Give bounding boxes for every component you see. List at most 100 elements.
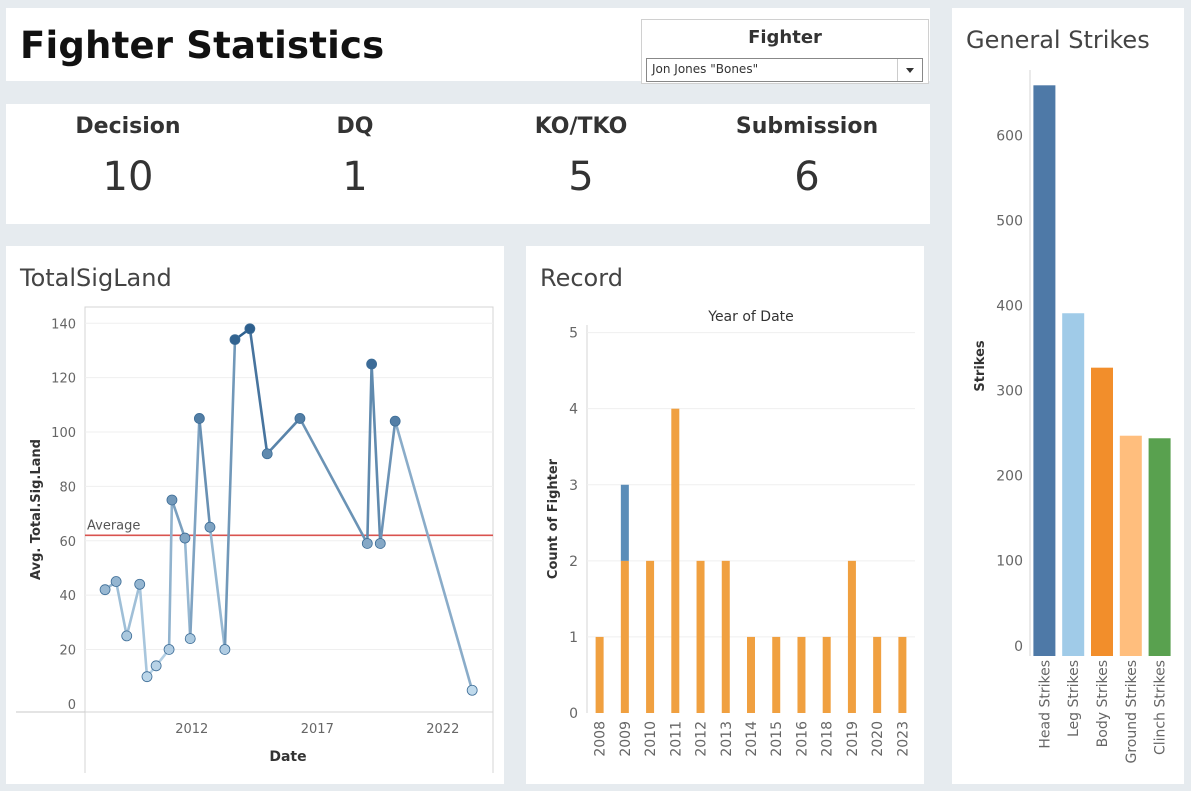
data-point xyxy=(193,413,205,424)
series-line-segment xyxy=(198,417,212,529)
y-tick-label: 5 xyxy=(569,326,578,342)
data-point xyxy=(244,323,256,335)
data-point xyxy=(166,494,178,506)
record-bar xyxy=(696,560,705,713)
data-point xyxy=(110,576,122,587)
strike-bar xyxy=(1148,438,1171,656)
y-tick-label: 3 xyxy=(569,478,578,494)
series-line-segment xyxy=(248,327,269,456)
series-line-segment xyxy=(183,536,192,640)
y-tick-label: 2 xyxy=(569,554,578,570)
sig-land-chart: 0 20 40 60 80 100 120 140 2012 2017 2022 Date Avg. T… xyxy=(16,306,494,773)
title-panel: Fighter Statistics Fighter Jon Jones "Bo… xyxy=(6,8,930,84)
x-tick-label: 2012 xyxy=(694,721,710,757)
data-point xyxy=(141,671,153,683)
data-point xyxy=(219,644,231,655)
kpi-value: 10 xyxy=(102,154,154,200)
series-line-segment xyxy=(167,498,174,651)
record-bar xyxy=(797,636,806,713)
record-bar xyxy=(847,560,856,713)
y-tick-label: 300 xyxy=(996,384,1023,400)
kpi-label: DQ xyxy=(336,114,374,139)
series-line-segment xyxy=(125,582,142,638)
y-tick-label: 4 xyxy=(569,402,578,418)
series-line-segment xyxy=(208,525,227,651)
data-point xyxy=(134,578,146,590)
kpi-label: KO/TKO xyxy=(534,114,628,139)
data-point xyxy=(150,660,162,672)
x-tick-label: Clinch Strikes xyxy=(1153,660,1169,755)
y-axis-title: Avg. Total.Sig.Land xyxy=(29,439,44,580)
data-point xyxy=(204,521,216,533)
x-tick-label: 2018 xyxy=(820,721,836,757)
x-tick-label: 2022 xyxy=(426,722,459,737)
fighter-filter: Fighter Jon Jones "Bones" xyxy=(641,19,929,84)
data-point xyxy=(229,334,241,346)
average-label: Average xyxy=(87,518,140,533)
y-tick-label: 40 xyxy=(59,589,76,604)
x-axis-header: Year of Date xyxy=(707,309,794,325)
record-bar xyxy=(620,484,629,561)
record-bar xyxy=(671,408,680,713)
x-tick-label: Body Strikes xyxy=(1095,660,1111,747)
y-tick-label: 0 xyxy=(569,706,578,722)
record-bar xyxy=(646,560,655,713)
series-line-segment xyxy=(378,419,397,545)
record-bar xyxy=(721,560,730,713)
y-tick-label: 100 xyxy=(996,554,1023,570)
fighter-filter-label: Fighter xyxy=(748,27,822,48)
strike-bar xyxy=(1091,367,1113,656)
data-point xyxy=(389,415,401,427)
series-line-segment xyxy=(138,582,149,678)
record-panel: Record Year of Date 0 1 2 3 4 5 Count of Fighte… xyxy=(526,246,924,784)
x-tick-label: 2008 xyxy=(593,721,609,757)
record-chart: Year of Date 0 1 2 3 4 5 Count of Fighter 2008 20… xyxy=(546,309,915,757)
y-axis-title: Strikes xyxy=(973,340,988,392)
record-bar xyxy=(822,636,831,713)
record-bar xyxy=(772,636,781,713)
y-tick-label: 500 xyxy=(996,214,1023,230)
x-tick-label: 2019 xyxy=(845,721,861,757)
x-tick-label: 2009 xyxy=(618,721,634,757)
x-axis-title: Date xyxy=(269,749,306,765)
dropdown-arrow-icon[interactable] xyxy=(897,59,922,81)
x-tick-label: 2014 xyxy=(744,721,760,757)
series-line-segment xyxy=(223,338,237,651)
kpi-value: 5 xyxy=(568,154,594,200)
x-tick-label: Head Strikes xyxy=(1037,660,1053,749)
x-tick-label: 2010 xyxy=(643,721,659,757)
y-tick-label: 80 xyxy=(59,480,76,495)
data-point xyxy=(179,532,191,544)
x-tick-label: 2015 xyxy=(769,721,785,757)
page-title: Fighter Statistics xyxy=(20,24,385,67)
y-tick-label: 20 xyxy=(59,643,76,658)
x-tick-label: 2016 xyxy=(794,721,810,757)
record-bar xyxy=(898,636,907,713)
sig-land-panel: TotalSigLand 0 20 40 60 80 100 120 140 2012 2017 2… xyxy=(6,246,504,784)
record-bar xyxy=(595,636,604,713)
strike-bar xyxy=(1033,85,1056,656)
series-line-segment xyxy=(265,417,302,456)
y-tick-label: 60 xyxy=(59,535,76,550)
kpi-value: 1 xyxy=(342,154,368,200)
y-tick-label: 1 xyxy=(569,630,578,646)
data-point xyxy=(163,644,175,655)
y-tick-label: 400 xyxy=(996,299,1023,315)
x-tick-label: 2020 xyxy=(870,721,886,757)
y-tick-label: 140 xyxy=(51,317,76,332)
strikes-chart: 0 100 200 300 400 500 600 Strikes Head Strikes Le… xyxy=(973,70,1171,763)
strike-bar xyxy=(1119,435,1142,656)
record-bar xyxy=(620,560,629,713)
x-tick-label: Ground Strikes xyxy=(1124,660,1140,763)
y-tick-label: 200 xyxy=(996,469,1023,485)
fighter-select-value: Jon Jones "Bones" xyxy=(652,62,759,76)
x-tick-label: Leg Strikes xyxy=(1066,660,1082,737)
record-bar xyxy=(747,636,755,713)
strikes-panel: General Strikes 0 100 200 300 400 500 600 Strik… xyxy=(952,8,1184,784)
series-line-segment xyxy=(365,362,373,545)
y-tick-label: 0 xyxy=(68,698,76,713)
series-line-segment xyxy=(188,417,201,640)
fighter-select[interactable]: Jon Jones "Bones" xyxy=(646,58,923,82)
kpi-value: 6 xyxy=(794,154,820,200)
series-line-segment xyxy=(170,498,187,540)
